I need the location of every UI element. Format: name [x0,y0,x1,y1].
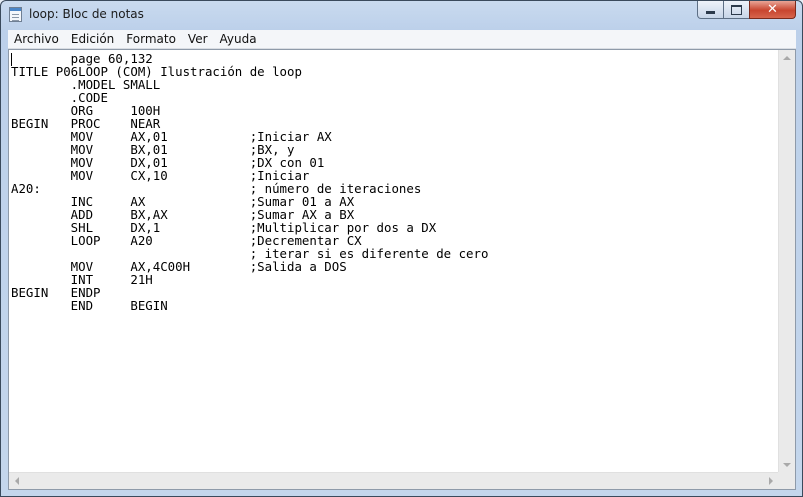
scroll-right-arrow-icon[interactable] [769,477,773,485]
vertical-scrollbar[interactable] [778,50,795,473]
menu-edicion[interactable]: Edición [65,30,120,48]
text-area[interactable]: page 60,132 TITLE P06LOOP (COM) Ilustrac… [9,50,779,473]
notepad-icon[interactable] [9,7,22,22]
scroll-left-arrow-icon[interactable] [15,477,19,485]
minimize-icon [706,11,715,14]
scroll-up-arrow-icon[interactable] [783,56,791,60]
close-icon: ✕ [767,2,778,17]
editor-frame: page 60,132 TITLE P06LOOP (COM) Ilustrac… [8,49,796,490]
menu-ver[interactable]: Ver [182,30,214,48]
notepad-window: loop: Bloc de notas ✕ Archivo Edición Fo… [0,0,803,497]
title-bar[interactable]: loop: Bloc de notas ✕ [1,1,802,29]
minimize-button[interactable] [697,1,724,19]
maximize-button[interactable] [723,1,750,19]
menu-archivo[interactable]: Archivo [8,30,65,48]
document-text[interactable]: page 60,132 TITLE P06LOOP (COM) Ilustrac… [11,52,488,312]
close-button[interactable]: ✕ [749,1,796,19]
menu-ayuda[interactable]: Ayuda [214,30,263,48]
text-caret [11,53,12,66]
horizontal-scrollbar[interactable] [9,472,779,489]
window-title: loop: Bloc de notas [29,7,144,21]
scroll-down-arrow-icon[interactable] [783,463,791,467]
menu-formato[interactable]: Formato [120,30,182,48]
menu-bar: Archivo Edición Formato Ver Ayuda [8,30,796,49]
size-grip[interactable] [778,472,795,489]
maximize-icon [731,4,742,15]
